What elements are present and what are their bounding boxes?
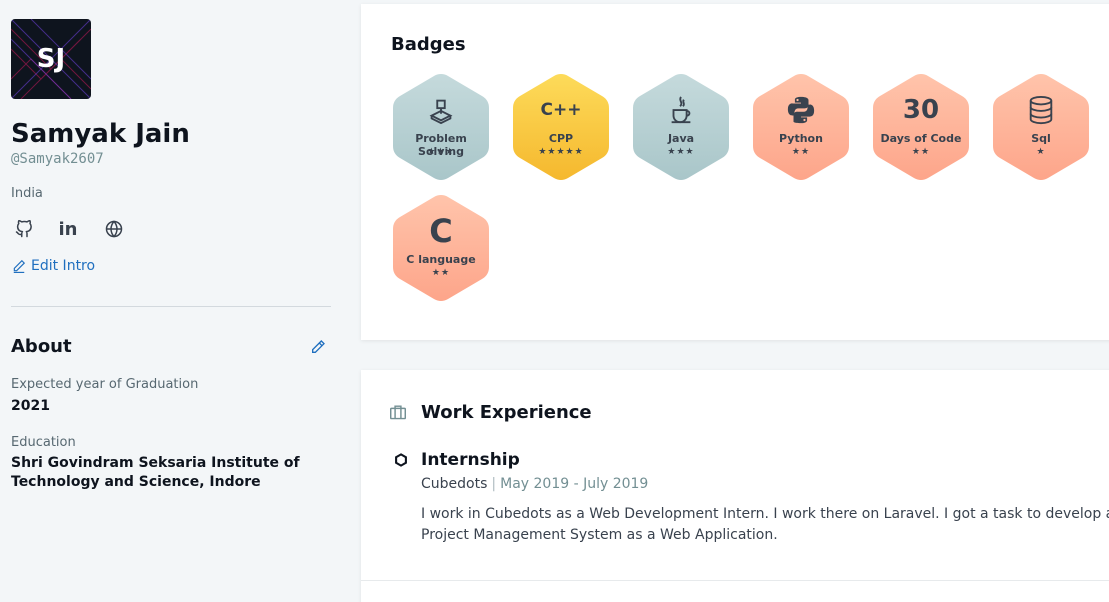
- briefcase-icon: [390, 405, 406, 420]
- badge-stars: ★: [1036, 147, 1046, 157]
- badge-hexagon: [993, 74, 1089, 180]
- edit-intro-label: Edit Intro: [31, 258, 96, 274]
- badge-label: Days of Code: [880, 132, 962, 145]
- java-icon: [666, 95, 696, 125]
- experience-divider: [361, 580, 1109, 581]
- badge-icon-wrap: [631, 94, 731, 126]
- profile-name: Samyak Jain: [11, 119, 190, 149]
- graduation-label: Expected year of Graduation: [11, 377, 199, 392]
- job-meta: Cubedots | May 2019 - July 2019: [421, 476, 648, 492]
- sidebar-divider: [11, 306, 331, 307]
- badge-java[interactable]: Java ★★★: [631, 72, 731, 182]
- job-dates: May 2019 - July 2019: [500, 476, 649, 492]
- badge-stars: ★★: [791, 147, 811, 157]
- linkedin-icon[interactable]: in: [56, 219, 80, 240]
- badge-icon-wrap: 30: [871, 94, 971, 126]
- badge-icon-wrap: [751, 94, 851, 126]
- badge-hexagon: [753, 74, 849, 180]
- badge-hexagon: [513, 74, 609, 180]
- job-company: Cubedots: [421, 476, 488, 492]
- badge-icon-wrap: [391, 94, 491, 126]
- badge-label: C language: [406, 253, 476, 266]
- badge-c-language[interactable]: C C language ★★: [391, 193, 491, 303]
- avatar-initials: SJ: [36, 44, 66, 74]
- python-icon: [786, 95, 816, 125]
- profile-sidebar: SJ Samyak Jain @Samyak2607 India in Edit…: [0, 0, 345, 602]
- profile-country: India: [11, 186, 43, 201]
- badge-label: Python: [779, 132, 823, 145]
- globe-icon[interactable]: [102, 219, 126, 239]
- hexagon-icon: [395, 453, 407, 467]
- profile-handle: @Samyak2607: [11, 151, 104, 167]
- code-icon: [426, 95, 456, 125]
- badge-label: Sql: [1031, 132, 1051, 145]
- badge-stars: ★★: [431, 268, 451, 278]
- badges-title: Badges: [391, 34, 466, 55]
- work-experience-title: Work Experience: [421, 402, 592, 423]
- badge-icon-wrap: [991, 94, 1091, 126]
- badge-stars: ★★★★★: [538, 147, 584, 157]
- badge-label: CPP: [548, 132, 574, 145]
- badge-stars: ★★: [911, 147, 931, 157]
- pencil-icon: [312, 340, 325, 353]
- edit-about-button[interactable]: [310, 339, 330, 359]
- avatar[interactable]: SJ: [11, 19, 91, 99]
- work-experience-card: Work Experience Internship Cubedots | May …: [361, 370, 1109, 602]
- badge-python[interactable]: Python ★★: [751, 72, 851, 182]
- job-title: Internship: [421, 450, 520, 470]
- badge-sql[interactable]: Sql ★: [991, 72, 1091, 182]
- about-title: About: [11, 336, 72, 357]
- badge-label: Java: [667, 132, 695, 145]
- education-value: Shri Govindram Seksaria Institute of Tec…: [11, 455, 300, 490]
- github-icon[interactable]: [12, 219, 36, 239]
- job-description: I work in Cubedots as a Web Development …: [421, 506, 1109, 543]
- cpp-icon: C++: [540, 100, 582, 120]
- badge-icon-wrap: C++: [511, 94, 611, 126]
- pencil-icon: [13, 259, 26, 273]
- badge-icon-wrap: C: [391, 212, 491, 250]
- badge-days-of-code[interactable]: 30 Days of Code ★★: [871, 72, 971, 182]
- badge-stars: ★★★: [427, 147, 455, 157]
- badge-hexagon: [633, 74, 729, 180]
- badge-cpp[interactable]: C++ CPP ★★★★★: [511, 72, 611, 182]
- edit-intro-link[interactable]: Edit Intro: [12, 258, 95, 274]
- c-icon: C: [429, 212, 453, 250]
- badge-stars: ★★★: [667, 147, 695, 157]
- database-icon: [1026, 95, 1056, 125]
- badges-card: Badges Problem Solving ★★★ C++ CPP ★★★★★ Java…: [361, 4, 1109, 340]
- badge-hexagon: [393, 74, 489, 180]
- graduation-value: 2021: [11, 398, 50, 414]
- education-label: Education: [11, 435, 76, 450]
- days-icon: 30: [902, 95, 940, 125]
- badge-hexagon: [873, 74, 969, 180]
- job-separator: |: [491, 476, 497, 492]
- badge-problem-solving[interactable]: Problem Solving ★★★: [391, 72, 491, 182]
